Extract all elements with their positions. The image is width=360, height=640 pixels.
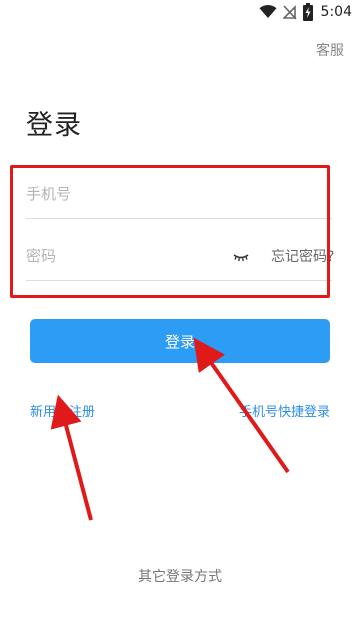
wifi-icon [259, 5, 277, 18]
battery-charging-icon [302, 3, 313, 21]
quick-login-link[interactable]: 手机号快捷登录 [239, 401, 330, 420]
register-link[interactable]: 新用户注册 [30, 401, 95, 420]
other-login-methods[interactable]: 其它登录方式 [0, 566, 360, 586]
annotation-arrow-register [50, 394, 93, 521]
no-signal-icon [282, 5, 297, 20]
customer-service-link[interactable]: 客服 [316, 40, 344, 60]
status-bar: 5:04 [0, 0, 360, 24]
annotation-highlight-box [10, 165, 330, 298]
page-title: 登录 [26, 110, 82, 141]
login-button[interactable]: 登录 [30, 319, 330, 363]
status-icons: 5:04 [259, 3, 352, 21]
status-time: 5:04 [320, 4, 352, 20]
